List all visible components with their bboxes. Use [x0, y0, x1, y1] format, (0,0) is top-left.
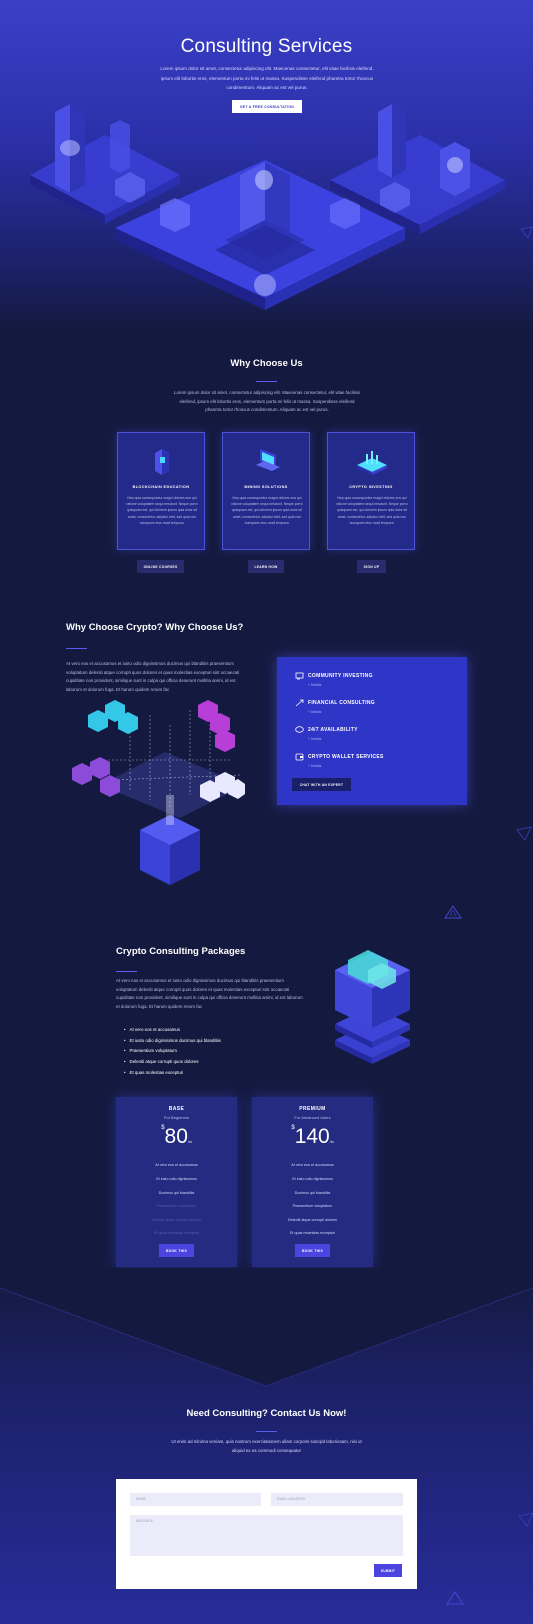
plan-feature: Ducimus qui blanditiis	[158, 1191, 195, 1195]
card-mining-solutions: MINING SOLUTIONS Nep quia consequuntur m…	[222, 432, 310, 550]
triangle-icon	[446, 1591, 464, 1605]
card-text: Nep quia consequuntur magni dolores eos …	[336, 496, 408, 525]
services-panel: COMMUNITY INVESTING + Details FINANCIAL …	[277, 657, 467, 805]
card-title: MINING SOLUTIONS	[244, 485, 288, 489]
plan-feature: At vero eos et accusamus	[291, 1163, 334, 1167]
service-details-link[interactable]: + Details	[308, 710, 321, 714]
plan-feature: At vero eos et accusamus	[155, 1163, 198, 1167]
email-field[interactable]: EMAIL ADDRESS	[271, 1493, 403, 1506]
service-details-link[interactable]: + Details	[308, 764, 321, 768]
free-consultation-button[interactable]: GET A FREE CONSULTATION	[232, 100, 302, 113]
blockchain-icon	[155, 449, 169, 475]
package-list-item: Praesentium voluptatum	[124, 1048, 177, 1053]
contact-description: Ut enim ad minima veniam, quis nostrum e…	[171, 1439, 362, 1453]
crypto-description: At vero eos et accusamus et iusto odio d…	[66, 661, 240, 692]
contact-title: Need Consulting? Contact Us Now!	[186, 1408, 347, 1419]
hero-title: Consulting Services	[180, 36, 353, 57]
plan-audience: For Beginners	[163, 1115, 190, 1120]
service-details-link[interactable]: + Details	[308, 683, 321, 687]
contact-accent-line	[256, 1431, 277, 1433]
triangle-icon	[444, 905, 462, 919]
pricing-card-base: BASE For Beginners $80/m At vero eos et …	[116, 1097, 237, 1267]
service-label: 24/7 AVAILABILITY	[308, 727, 358, 733]
service-details-link[interactable]: + Details	[308, 737, 321, 741]
plan-feature: Et iusto odio dignissimos	[292, 1177, 333, 1181]
message-field[interactable]: MESSAGE	[130, 1515, 403, 1556]
chat-with-expert-button[interactable]: CHAT WITH AN EXPERT	[292, 778, 351, 791]
crypto-blocks-illustration	[72, 700, 245, 885]
package-list-item: Et iusto odio dignissimos ducimus qui bl…	[124, 1038, 221, 1043]
card-blockchain-education: BLOCKCHAIN EDUCATION Nep quia consequunt…	[117, 432, 205, 550]
crypto-accent-line	[66, 648, 87, 650]
online-courses-button[interactable]: ONLINE COURSES	[137, 560, 184, 573]
community-icon	[295, 672, 304, 680]
submit-button[interactable]: SUBMIT	[374, 1564, 402, 1577]
hero-description: Lorem ipsum dolor sit amet, consectetur …	[160, 66, 374, 90]
price-value: 80	[164, 1125, 188, 1148]
packages-accent-line	[116, 971, 137, 973]
arrows-icon	[295, 699, 304, 707]
plan-name: PREMIUM	[299, 1106, 326, 1112]
price-value: 140	[294, 1125, 330, 1148]
contact-form: NAME EMAIL ADDRESS MESSAGE SUBMIT	[116, 1479, 417, 1589]
chat-icon	[295, 726, 304, 733]
plan-price: $80/m	[116, 1125, 237, 1149]
card-title: BLOCKCHAIN EDUCATION	[132, 485, 190, 489]
why-accent-line	[256, 381, 277, 383]
plan-price: $140/m	[252, 1125, 373, 1149]
plan-feature-disabled: Praesentium voluptatum	[156, 1204, 197, 1208]
plan-feature: Praesentium voluptatum	[292, 1204, 333, 1208]
card-text: Nep quia consequuntur magni dolores eos …	[126, 496, 198, 525]
name-placeholder: NAME	[136, 1497, 147, 1501]
chevron-divider	[0, 1268, 533, 1387]
service-label: FINANCIAL CONSULTING	[308, 700, 375, 706]
message-placeholder: MESSAGE	[136, 1519, 154, 1523]
book-base-button[interactable]: BOOK THIS	[159, 1244, 194, 1257]
name-field[interactable]: NAME	[130, 1493, 261, 1506]
packages-title: Crypto Consulting Packages	[116, 946, 246, 957]
plan-name: BASE	[168, 1106, 185, 1112]
book-premium-button[interactable]: BOOK THIS	[295, 1244, 330, 1257]
why-choose-us-title: Why Choose Us	[230, 358, 303, 369]
package-list-item: Et quas molestias excepturi	[124, 1070, 184, 1075]
plan-feature: Ducimus qui blanditiis	[294, 1191, 331, 1195]
paper-plane-icon	[518, 1512, 533, 1527]
why-choose-crypto-title: Why Choose Crypto? Why Choose Us?	[66, 622, 244, 633]
stacked-blocks-illustration	[335, 950, 410, 1064]
price-period: /m	[329, 1140, 334, 1144]
plan-audience: For Advanced Users	[294, 1115, 331, 1120]
email-placeholder: EMAIL ADDRESS	[277, 1497, 306, 1501]
chart-platform-icon	[357, 451, 387, 475]
service-label: COMMUNITY INVESTING	[308, 673, 373, 679]
hero-section: Consulting Services Lorem ipsum dolor si…	[0, 0, 533, 330]
price-period: /m	[187, 1140, 192, 1144]
card-title: CRYPTO INVESTING	[349, 485, 393, 489]
service-label: CRYPTO WALLET SERVICES	[308, 754, 384, 760]
plan-feature-disabled: Deleniti atque corrupti dolores	[152, 1218, 201, 1222]
package-list-item: Deleniti atque corrupti quos dolores	[124, 1059, 199, 1064]
card-text: Nep quia consequuntur magni dolores eos …	[231, 496, 303, 525]
package-list-item: At vero eos et accusamus	[124, 1027, 181, 1032]
paper-plane-icon	[516, 826, 532, 841]
learn-how-button[interactable]: LEARN HOW	[248, 560, 284, 573]
plan-feature: Et quas molestias excepturi	[289, 1231, 336, 1235]
card-crypto-investing: CRYPTO INVESTING Nep quia consequuntur m…	[327, 432, 415, 550]
sign-up-button[interactable]: SIGN UP	[357, 560, 386, 573]
triangle-outline-icon	[520, 226, 533, 239]
plan-feature-disabled: Et quas molestias excepturi	[153, 1231, 200, 1235]
pricing-card-premium: PREMIUM For Advanced Users $140/m At ver…	[252, 1097, 373, 1267]
plan-feature: Deleniti atque corrupti dolores	[288, 1218, 337, 1222]
laptop-icon	[256, 449, 280, 471]
packages-description: At vero eos et accusamus et iusto odio d…	[116, 978, 303, 1009]
plan-feature: Et iusto odio dignissimos	[156, 1177, 197, 1181]
why-description: Lorem ipsum dolor sit amet, consectetur …	[174, 390, 360, 412]
wallet-icon	[295, 753, 304, 761]
